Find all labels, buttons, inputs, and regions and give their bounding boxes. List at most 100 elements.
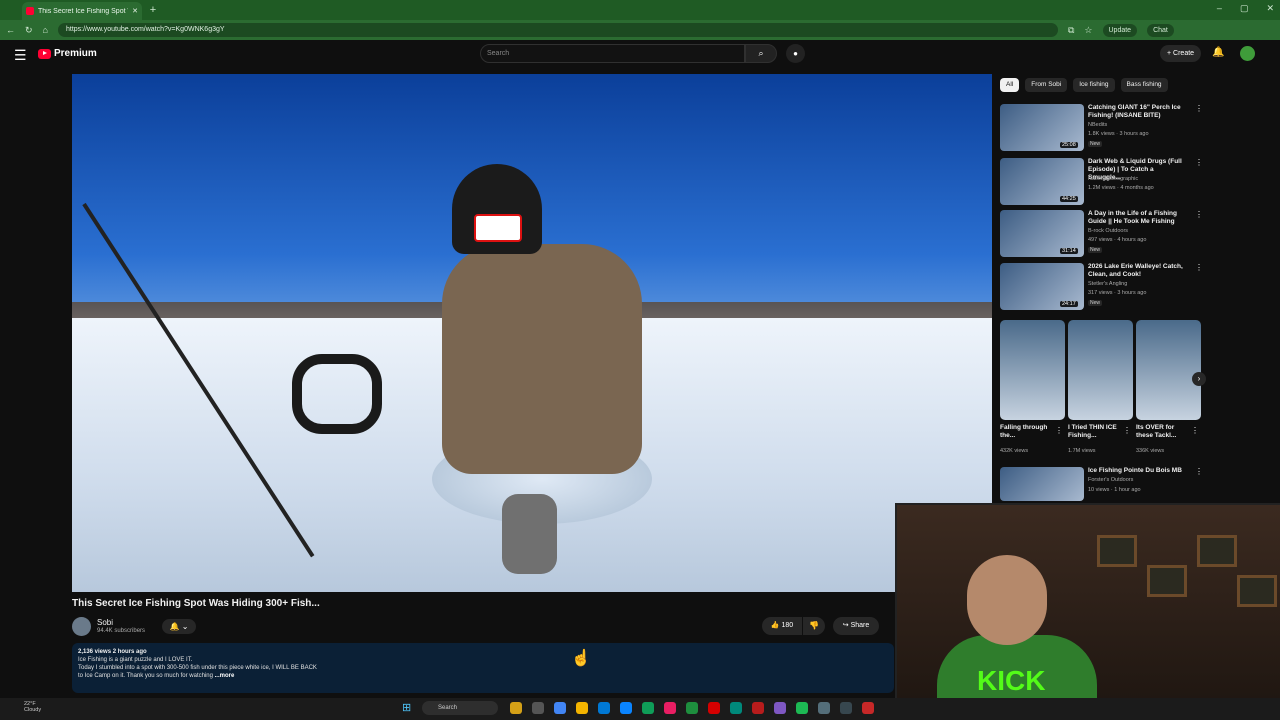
rec-channel[interactable]: Stetler's Angling xyxy=(1088,281,1127,287)
channel-name[interactable]: Sobi xyxy=(97,618,113,627)
views-and-date: 2,136 views 2 hours ago xyxy=(78,649,147,655)
thumbs-down-icon: 👎 xyxy=(809,621,819,630)
app-icon[interactable] xyxy=(752,702,764,714)
description-box[interactable]: 2,136 views 2 hours ago Ice Fishing is a… xyxy=(72,643,894,693)
app-icon[interactable] xyxy=(774,702,786,714)
chip-from-sobi[interactable]: From Sobi xyxy=(1025,78,1068,92)
video-player[interactable] xyxy=(72,74,992,592)
more-options-icon[interactable]: ⋮ xyxy=(1123,426,1131,435)
rec-title[interactable]: Catching GIANT 16" Perch Ice Fishing! (I… xyxy=(1088,104,1188,120)
rec-title[interactable]: 2026 Lake Erie Walleye! Catch, Clean, an… xyxy=(1088,263,1188,279)
app-icon[interactable] xyxy=(818,702,830,714)
rec-channel[interactable]: National Geographic xyxy=(1088,176,1138,182)
video-duration: 31:14 xyxy=(1060,248,1078,254)
more-options-icon[interactable]: ⋮ xyxy=(1195,467,1203,476)
microphone-icon[interactable]: ● xyxy=(786,44,805,63)
home-icon[interactable]: ⌂ xyxy=(43,25,48,35)
edge-icon[interactable] xyxy=(642,702,654,714)
app-icon[interactable] xyxy=(532,702,544,714)
rec-title[interactable]: A Day in the Life of a Fishing Guide || … xyxy=(1088,210,1188,226)
like-count: 180 xyxy=(781,622,794,629)
wall-picture-frame xyxy=(1237,575,1277,607)
create-label: Create xyxy=(1173,50,1195,57)
app-icon[interactable] xyxy=(862,702,874,714)
channel-avatar[interactable] xyxy=(72,617,91,636)
account-avatar[interactable] xyxy=(1240,46,1255,61)
close-window-icon[interactable]: ✕ xyxy=(1266,3,1274,14)
chat-button[interactable]: Chat xyxy=(1147,23,1174,37)
rec-stats: 10 views · 1 hour ago xyxy=(1088,487,1141,493)
short-title[interactable]: I Tried THIN ICE Fishing... xyxy=(1068,424,1123,440)
more-options-icon[interactable]: ⋮ xyxy=(1191,426,1199,435)
more-options-icon[interactable]: ⋮ xyxy=(1195,210,1203,219)
notifications-bell-icon[interactable]: 🔔 xyxy=(1212,47,1224,58)
bookmark-star-icon[interactable]: ☆ xyxy=(1084,25,1092,36)
youtube-logo[interactable]: Premium xyxy=(38,48,97,59)
chrome-icon[interactable] xyxy=(554,702,566,714)
new-tab-button[interactable]: + xyxy=(146,3,160,17)
short-title[interactable]: Falling through the... xyxy=(1000,424,1055,440)
more-options-icon[interactable]: ⋮ xyxy=(1195,158,1203,167)
browser-tab-bar xyxy=(0,0,1280,20)
subscription-bell-button[interactable]: 🔔 ⌄ xyxy=(162,619,196,634)
maximize-icon[interactable]: ▢ xyxy=(1240,3,1249,14)
app-icon[interactable] xyxy=(708,702,720,714)
description-line-3: to Ice Camp on it. Thank you so much for… xyxy=(78,673,213,679)
more-link[interactable]: ...more xyxy=(215,673,235,679)
more-options-icon[interactable]: ⋮ xyxy=(1055,426,1063,435)
minimize-icon[interactable]: – xyxy=(1217,3,1222,14)
windows-start-icon[interactable]: ⊞ xyxy=(402,702,414,714)
short-thumbnail[interactable] xyxy=(1136,320,1201,420)
create-button[interactable]: + Create xyxy=(1160,45,1202,62)
search-input[interactable]: Search xyxy=(480,44,745,63)
hamburger-menu-icon[interactable]: ☰ xyxy=(14,47,27,64)
short-thumbnail[interactable] xyxy=(1000,320,1065,420)
rec-channel[interactable]: B-rock Outdoors xyxy=(1088,228,1128,234)
recommendation-item[interactable]: 44:25 Dark Web & Liquid Drugs (Full Epis… xyxy=(1000,158,1203,208)
rec-title[interactable]: Ice Fishing Pointe Du Bois MB xyxy=(1088,467,1188,475)
short-views: 336K views xyxy=(1136,448,1165,454)
more-options-icon[interactable]: ⋮ xyxy=(1195,104,1203,113)
file-explorer-icon[interactable] xyxy=(510,702,522,714)
folder-icon[interactable] xyxy=(576,702,588,714)
kick-shirt-text: KICK xyxy=(977,665,1046,696)
extensions-icon[interactable]: ⧉ xyxy=(1068,25,1074,36)
taskbar-search[interactable]: Search xyxy=(422,701,498,715)
mail-icon[interactable] xyxy=(620,702,632,714)
angler-jacket xyxy=(442,244,642,474)
chip-bass-fishing[interactable]: Bass fishing xyxy=(1120,78,1168,92)
share-button[interactable]: ↪ Share xyxy=(833,617,879,635)
chip-ice-fishing[interactable]: Ice fishing xyxy=(1073,78,1115,92)
angler-glove xyxy=(502,494,557,574)
recommendation-item[interactable]: 24:17 2026 Lake Erie Walleye! Catch, Cle… xyxy=(1000,263,1203,313)
close-tab-icon[interactable]: ✕ xyxy=(132,7,138,15)
app-icon[interactable] xyxy=(664,702,676,714)
url-field[interactable]: https://www.youtube.com/watch?v=Kg0WNK6g… xyxy=(57,23,1058,37)
recommendation-item[interactable]: 31:14 A Day in the Life of a Fishing Gui… xyxy=(1000,210,1203,260)
video-thumbnail[interactable] xyxy=(1000,467,1084,501)
short-thumbnail[interactable] xyxy=(1068,320,1133,420)
weather-widget[interactable]: 22°F Cloudy xyxy=(24,701,41,713)
short-title[interactable]: Its OVER for these Tackl... xyxy=(1136,424,1191,440)
search-icon[interactable]: ⌕ xyxy=(745,44,777,63)
chevron-right-icon[interactable]: › xyxy=(1192,372,1206,386)
video-duration: 24:17 xyxy=(1060,301,1078,307)
store-icon[interactable] xyxy=(598,702,610,714)
dislike-button[interactable]: 👎 xyxy=(803,617,825,635)
wall-picture-frame xyxy=(1147,565,1187,597)
rec-channel[interactable]: Forster's Outdoors xyxy=(1088,477,1133,483)
app-icon[interactable] xyxy=(686,702,698,714)
spotify-icon[interactable] xyxy=(796,702,808,714)
recommendation-item[interactable]: 25:08 Catching GIANT 16" Perch Ice Fishi… xyxy=(1000,104,1203,154)
reload-icon[interactable]: ↻ xyxy=(25,25,33,36)
more-options-icon[interactable]: ⋮ xyxy=(1195,263,1203,272)
browser-tab[interactable]: This Secret Ice Fishing Spot W ✕ xyxy=(22,2,142,20)
chip-all[interactable]: All xyxy=(1000,78,1020,92)
back-icon[interactable]: ← xyxy=(6,25,15,35)
like-button[interactable]: 👍 180 xyxy=(762,617,802,635)
app-icon[interactable] xyxy=(730,702,742,714)
youtube-play-icon xyxy=(38,48,51,59)
update-button[interactable]: Update xyxy=(1102,23,1138,37)
app-icon[interactable] xyxy=(840,702,852,714)
rec-channel[interactable]: NBedits xyxy=(1088,122,1107,128)
